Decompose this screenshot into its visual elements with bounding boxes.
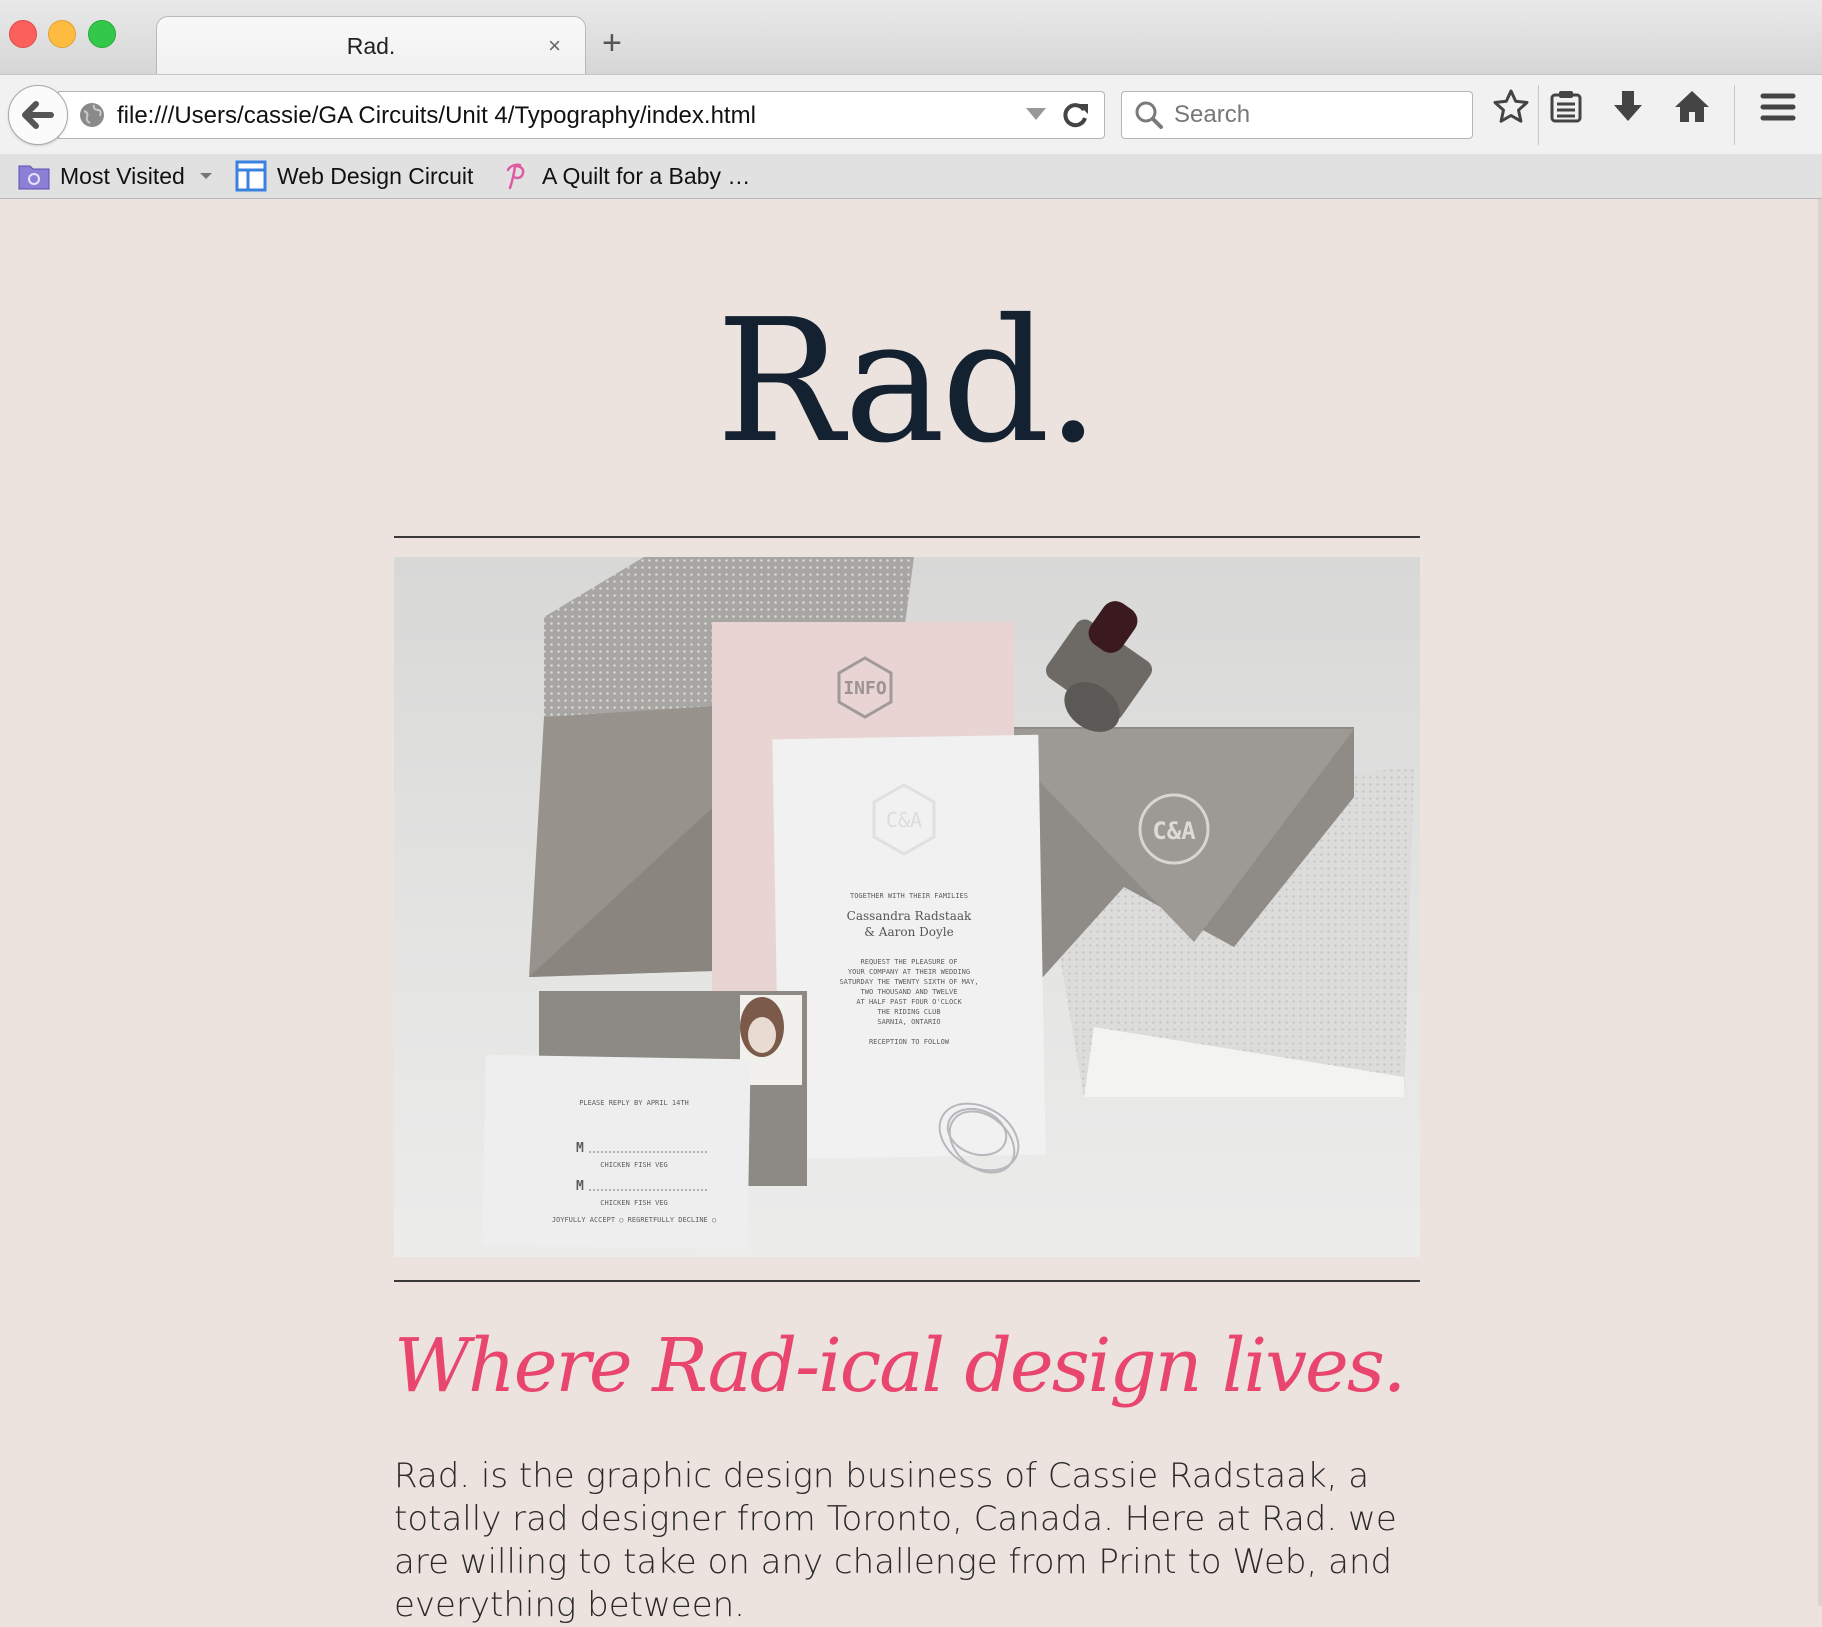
invite-company: YOUR COMPANY AT THEIR WEDDING bbox=[848, 968, 970, 976]
pinterest-icon bbox=[506, 163, 525, 190]
url-text[interactable]: file:///Users/cassie/GA Circuits/Unit 4/… bbox=[117, 102, 756, 130]
site-logo[interactable]: Rad. bbox=[0, 297, 1812, 467]
globe-icon bbox=[80, 103, 104, 127]
invite-date: SATURDAY THE TWENTY SIXTH OF MAY, bbox=[839, 978, 978, 986]
invite-city: SARNIA, ONTARIO bbox=[877, 1018, 940, 1026]
tab-close-icon[interactable]: × bbox=[548, 33, 561, 59]
download-icon[interactable] bbox=[1608, 87, 1648, 127]
bookmark-label: Most Visited bbox=[60, 162, 185, 189]
home-icon[interactable] bbox=[1672, 87, 1712, 127]
bookmarks-toolbar: Most Visited Web Design Circuit A Quilt … bbox=[0, 154, 1822, 199]
reading-list-icon[interactable] bbox=[1546, 87, 1586, 127]
bookmark-label: Web Design Circuit bbox=[277, 162, 474, 189]
folder-icon bbox=[18, 165, 50, 190]
invite-year: TWO THOUSAND AND TWELVE bbox=[861, 988, 958, 996]
invitation-monogram: C&A bbox=[886, 808, 922, 832]
invite-reception: RECEPTION TO FOLLOW bbox=[869, 1038, 950, 1046]
back-arrow-icon bbox=[22, 101, 54, 129]
invite-names-1: Cassandra Radstaak bbox=[847, 909, 972, 923]
minimize-window-button[interactable] bbox=[48, 20, 76, 48]
chevron-down-icon bbox=[199, 173, 212, 179]
close-window-button[interactable] bbox=[9, 20, 37, 48]
title-bar: Rad. × + bbox=[0, 0, 1822, 75]
reload-icon[interactable] bbox=[1060, 98, 1092, 130]
zoom-window-button[interactable] bbox=[88, 20, 116, 48]
search-input[interactable] bbox=[1172, 96, 1466, 134]
rsvp-choices-1: CHICKEN FISH VEG bbox=[600, 1161, 667, 1169]
new-tab-button[interactable]: + bbox=[602, 26, 622, 60]
scrollbar-track[interactable] bbox=[1818, 199, 1822, 1606]
history-dropdown-icon[interactable] bbox=[1026, 108, 1046, 120]
bookmark-quilt[interactable]: A Quilt for a Baby … bbox=[500, 158, 750, 194]
url-bar[interactable]: file:///Users/cassie/GA Circuits/Unit 4/… bbox=[58, 91, 1105, 139]
divider-top bbox=[394, 536, 1420, 538]
rsvp-choices-2: CHICKEN FISH VEG bbox=[600, 1199, 667, 1207]
hero-image: C&A INFO C&A TOGETHER WITH THEIR FAMILIE… bbox=[394, 557, 1420, 1257]
menu-icon[interactable] bbox=[1758, 87, 1798, 127]
rsvp-accept: JOYFULLY ACCEPT ○ REGRETFULLY DECLINE ○ bbox=[552, 1216, 716, 1224]
navigation-toolbar: file:///Users/cassie/GA Circuits/Unit 4/… bbox=[0, 74, 1822, 155]
divider-bottom bbox=[394, 1280, 1420, 1282]
stationery-photo: C&A INFO C&A TOGETHER WITH THEIR FAMILIE… bbox=[482, 557, 1414, 1250]
tagline-heading: Where Rad-ical design lives. bbox=[394, 1323, 1406, 1409]
invite-time: AT HALF PAST FOUR O'CLOCK bbox=[856, 998, 962, 1006]
envelope-monogram: C&A bbox=[1152, 817, 1196, 845]
invite-names-2: & Aaron Doyle bbox=[864, 925, 953, 939]
intro-paragraph: Rad. is the graphic design business of C… bbox=[394, 1456, 1397, 1625]
invite-venue: THE RIDING CLUB bbox=[877, 1008, 940, 1016]
layout-icon bbox=[235, 160, 267, 192]
rsvp-m-2: M bbox=[576, 1179, 584, 1194]
rsvp-m-1: M bbox=[576, 1141, 584, 1156]
invite-together: TOGETHER WITH THEIR FAMILIES bbox=[850, 892, 968, 900]
star-icon[interactable] bbox=[1491, 87, 1531, 127]
search-bar[interactable] bbox=[1121, 91, 1473, 139]
toolbar-separator bbox=[1538, 85, 1539, 145]
bookmark-label: A Quilt for a Baby … bbox=[542, 162, 751, 189]
tab-rad[interactable]: Rad. × bbox=[156, 16, 586, 75]
page-content: Rad. C&A INFO C&A TOGETHER WITH THEIR FA… bbox=[0, 199, 1822, 1625]
invite-request: REQUEST THE PLEASURE OF bbox=[861, 958, 958, 966]
back-button[interactable] bbox=[8, 85, 68, 145]
info-label: INFO bbox=[843, 678, 887, 699]
bookmark-web-design-circuit[interactable]: Web Design Circuit bbox=[235, 158, 473, 194]
bookmark-most-visited[interactable]: Most Visited bbox=[18, 158, 227, 194]
toolbar-separator bbox=[1734, 85, 1735, 145]
tab-title: Rad. bbox=[346, 33, 396, 59]
search-icon bbox=[1135, 101, 1163, 129]
rsvp-reply-by: PLEASE REPLY BY APRIL 14TH bbox=[579, 1099, 689, 1107]
